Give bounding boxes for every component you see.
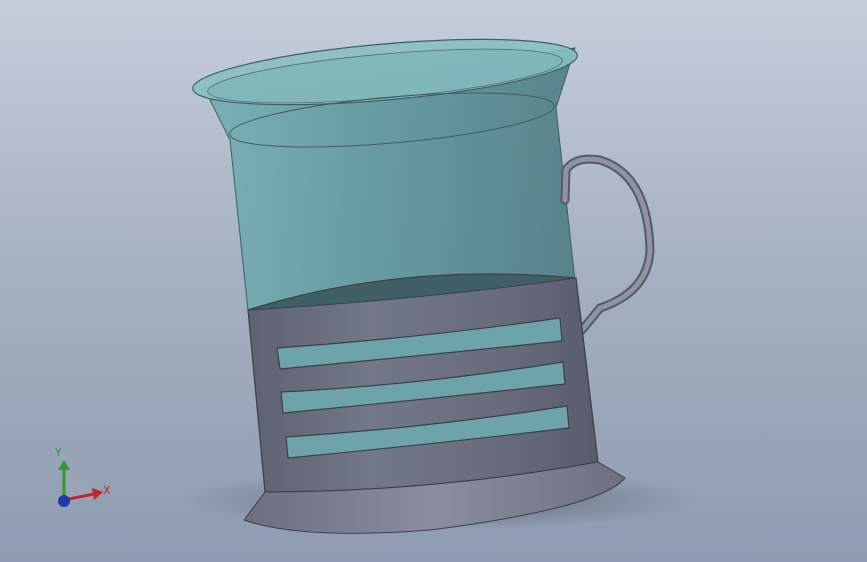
z-axis-dot <box>58 495 70 507</box>
holder-sleeve[interactable] <box>247 273 599 493</box>
x-axis-arrow <box>92 488 103 500</box>
model-scene[interactable]: Y X <box>0 0 867 562</box>
glass-body[interactable] <box>190 27 579 311</box>
y-axis-arrow <box>58 460 70 470</box>
cad-viewport[interactable]: Y X <box>0 0 867 562</box>
axis-triad: Y X <box>54 446 111 507</box>
y-axis-label: Y <box>54 446 62 459</box>
x-axis-label: X <box>103 484 111 497</box>
